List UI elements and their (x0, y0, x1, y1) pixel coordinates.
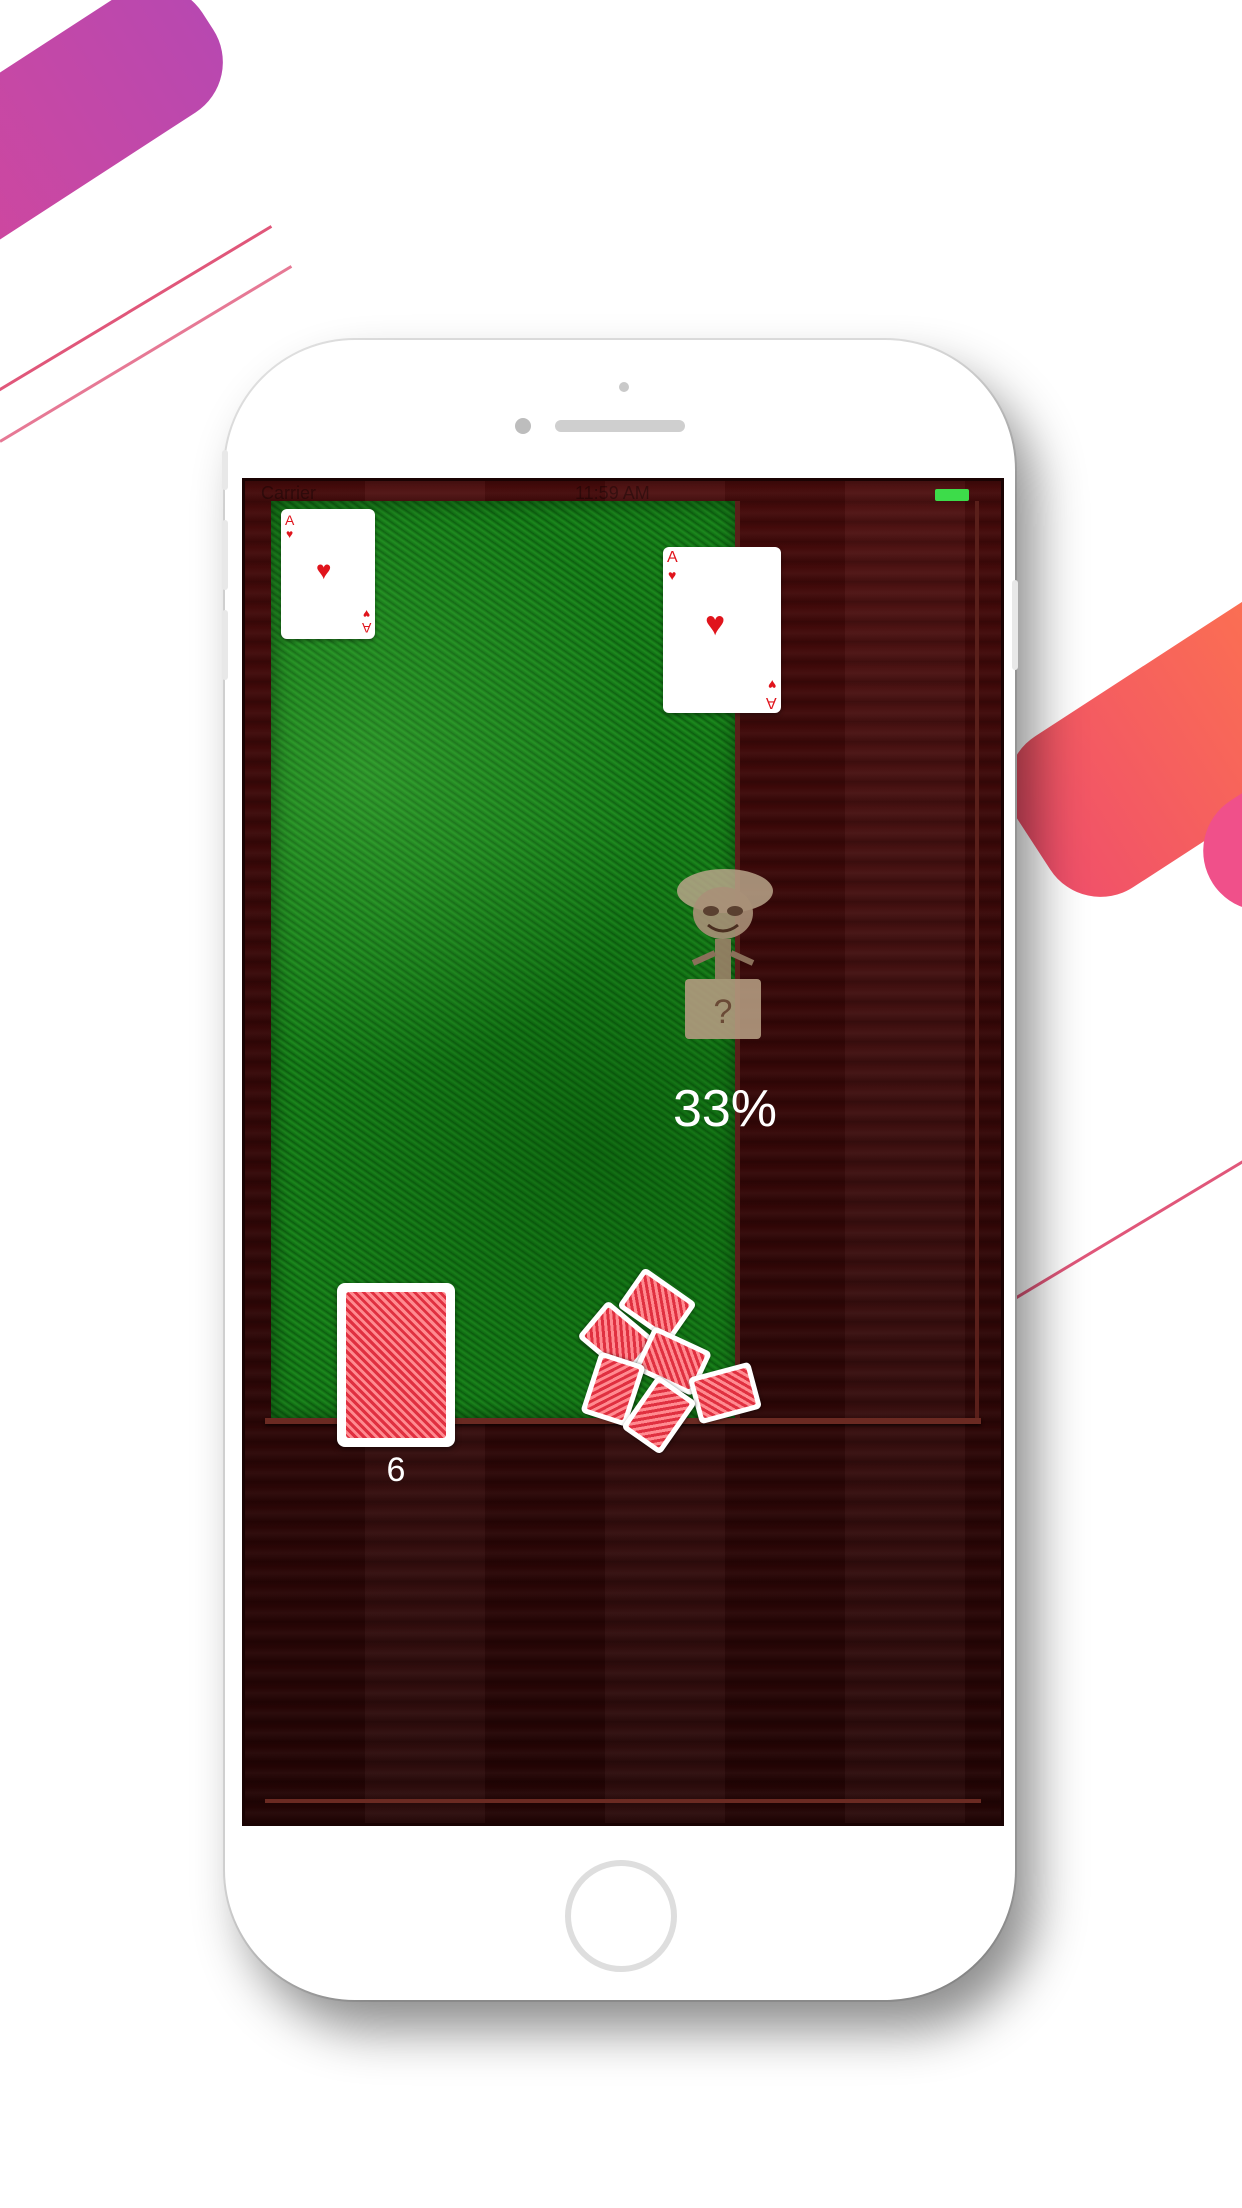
heart-icon: ♥ (767, 677, 776, 693)
heart-icon: ♥ (316, 555, 332, 585)
volume-down-button (222, 610, 228, 680)
draw-deck[interactable] (337, 1283, 455, 1447)
deck-count: 6 (386, 1451, 406, 1489)
heart-icon: ♥ (362, 607, 370, 621)
carrier-label: Carrier (261, 483, 317, 503)
decorative-streak-pink (0, 0, 246, 298)
clock: 11:59 AM (575, 483, 650, 503)
win-chance-label: 33% (672, 1080, 778, 1138)
right-rail (975, 501, 979, 1421)
svg-text:?: ? (714, 993, 733, 1031)
game-screen: Carrier 11:59 AM A ♥ ♥ ♥ A A ♥ ♥ ♥ A ? 3… (242, 478, 1004, 1826)
home-button[interactable] (565, 1860, 677, 1972)
bottom-rail (265, 1799, 981, 1803)
camera-icon (619, 382, 629, 392)
heart-icon: ♥ (668, 567, 677, 583)
card-rank: A (361, 620, 371, 636)
battery-icon (935, 489, 969, 501)
card-rank: A (285, 512, 295, 528)
card-rank: A (667, 549, 678, 566)
volume-up-button (222, 520, 228, 590)
card-rank: A (766, 694, 777, 711)
decorative-line (1009, 1145, 1242, 1303)
status-bar: Carrier 11:59 AM (245, 481, 1001, 505)
heart-icon: ♥ (286, 527, 294, 541)
power-button (1012, 580, 1018, 670)
jester-in-box-icon: ? (677, 869, 773, 1039)
sensor-icon (515, 418, 531, 434)
card-back-pattern (346, 1292, 446, 1438)
player-card[interactable]: A ♥ ♥ ♥ A (281, 509, 375, 639)
mute-switch (222, 450, 228, 490)
heart-icon: ♥ (705, 605, 726, 643)
decorative-line (0, 225, 273, 403)
speaker-grille (555, 420, 685, 432)
opponent-card[interactable]: A ♥ ♥ ♥ A (663, 547, 781, 713)
